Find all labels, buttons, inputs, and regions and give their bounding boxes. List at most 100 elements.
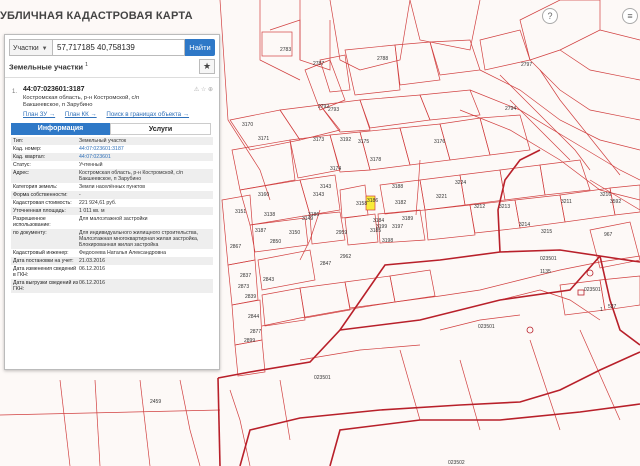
parcel-label: 3211: [561, 199, 572, 205]
link-plan-zu[interactable]: План ЗУ →: [23, 111, 55, 118]
table-row: Уточненная площадь: 1 011 кв. м: [11, 207, 213, 215]
row-value: 1 011 кв. м: [79, 208, 105, 214]
parcel-label: 3192: [340, 137, 352, 143]
parcel-label: 2459: [150, 399, 162, 405]
parcel-label: 3221: [436, 194, 448, 200]
parcel-label: 3186: [308, 212, 320, 218]
parcel-label: 3592: [610, 199, 622, 205]
search-bar: Участки▼ Найти: [9, 39, 215, 56]
parcel-label: 3158: [356, 201, 368, 207]
row-value: Для малоэтажной застройки: [79, 216, 148, 222]
chevron-down-icon: ▼: [41, 46, 48, 52]
parcel-label: 3224: [455, 180, 467, 186]
parcel-label: 2787: [313, 61, 325, 67]
row-label: Адрес:: [13, 170, 30, 176]
table-row: Тип: Земельный участок: [11, 137, 213, 145]
parcel-label: 3212: [474, 204, 486, 210]
attributes-table: Тип: Земельный участок Кад. номер: 44:07:02…: [11, 137, 213, 293]
row-value: Костромская область, р-н Костромской, с/…: [79, 170, 183, 182]
parcel-label: 3187: [255, 228, 267, 234]
parcel-label: 023501: [314, 375, 331, 381]
bookmark-star-icon[interactable]: ★: [199, 59, 215, 74]
parcel-label: 3143: [313, 192, 325, 198]
parcel-label: 3214: [519, 222, 531, 228]
row-value[interactable]: 44:07:023601: [79, 154, 213, 160]
link-search-in-bounds[interactable]: Поиск в границах объекта →: [106, 111, 189, 118]
parcel-label: 2877: [250, 329, 262, 335]
parcel-label: 3160: [258, 192, 270, 198]
row-label: Дата изменения сведений в ГКН:: [13, 266, 77, 278]
parcel-label: 3182: [395, 200, 407, 206]
table-row: Кадастровая стоимость: 221 924,61 руб.: [11, 199, 213, 207]
table-row: Кадастровый инженер: Федосеева Наталья Ал…: [11, 249, 213, 257]
menu-icon[interactable]: ≡: [622, 8, 638, 24]
parcel-label: 3150: [289, 230, 301, 236]
row-value[interactable]: 44:07:023601:3187: [79, 146, 213, 152]
parcel-label: 023501: [584, 287, 601, 293]
parcel-label: 3213: [499, 204, 511, 210]
link-plan-kk[interactable]: План КК →: [65, 111, 97, 118]
table-row: по документу: Для индивидуального жилищно…: [11, 229, 213, 249]
parcel-label: 3188: [392, 184, 404, 190]
result-number: 1.: [12, 89, 18, 95]
row-label: Дата выгрузки сведений из ГКН:: [13, 280, 79, 292]
parcel-label: 3151: [235, 209, 247, 215]
row-label: Кадастровая стоимость:: [13, 200, 72, 206]
row-label: по документу:: [13, 230, 47, 236]
parcel-label: 967: [604, 232, 613, 238]
divider: [5, 77, 219, 78]
parcel-label: 3174: [330, 166, 342, 172]
parcel-label: 3143: [320, 184, 332, 190]
row-value: Земельный участок: [79, 138, 127, 144]
row-label: Категория земель:: [13, 184, 58, 190]
parcel-label: 2788: [377, 56, 389, 62]
parcel-label: 3189: [402, 216, 414, 222]
parcel-label: 2850: [270, 239, 282, 245]
tab-services[interactable]: Услуги: [110, 123, 211, 135]
section-title: Земельные участки 1: [9, 62, 88, 72]
parcel-label: 2873: [238, 284, 250, 290]
row-label: Уточненная площадь:: [13, 208, 66, 214]
parcel-label: 2843: [263, 277, 275, 283]
parcel-label: 2783: [280, 47, 292, 53]
section-count: 1: [85, 62, 88, 68]
search-button[interactable]: Найти: [185, 39, 215, 56]
search-type-select[interactable]: Участки ▼: [9, 39, 53, 56]
app-title: УБЛИЧНАЯ КАДАСТРОВАЯ КАРТА: [0, 10, 193, 22]
parcel-label: 023501: [478, 324, 495, 330]
table-row: Адрес: Костромская область, р-н Костромск…: [11, 169, 213, 183]
row-value: 06.12.2016: [79, 280, 105, 286]
row-label: Разрешенное использование:: [13, 216, 51, 228]
result-tools-icons[interactable]: ⚠ ☆ ⊕: [194, 86, 213, 93]
parcel-label: 3215: [541, 229, 553, 235]
row-label: Кад. номер:: [13, 146, 42, 152]
tabs: Информация Услуги: [11, 123, 211, 135]
parcel-label: 3170: [242, 122, 254, 128]
table-row: Кад. номер: 44:07:023601:3187: [11, 145, 213, 153]
help-icon[interactable]: ?: [542, 8, 558, 24]
parcel-label: 2847: [320, 261, 332, 267]
parcel-label: 3175: [358, 139, 370, 145]
table-row: Статус: Учтенный: [11, 161, 213, 169]
row-value: 221 924,61 руб.: [79, 200, 117, 206]
parcel-label: 3199: [376, 224, 388, 230]
table-row: Дата выгрузки сведений из ГКН: 06.12.2016: [11, 279, 213, 293]
result-title[interactable]: 44:07:023601:3187: [23, 86, 85, 93]
result-links: План ЗУ → План КК → Поиск в границах объ…: [23, 111, 197, 118]
row-label: Кадастровый инженер:: [13, 250, 69, 256]
parcel-label: 3186: [367, 198, 379, 204]
table-row: Форма собственности: -: [11, 191, 213, 199]
parcel-label: 3138: [264, 212, 276, 218]
table-row: Кад. квартал: 44:07:023601: [11, 153, 213, 161]
tab-info[interactable]: Информация: [11, 123, 110, 135]
table-row: Категория земель: Земли населённых пункто…: [11, 183, 213, 191]
parcel-label: 023501: [540, 256, 557, 262]
parcel-label: 3198: [382, 238, 394, 244]
parcel-label: 2793: [328, 107, 340, 113]
parcel-label: 3178: [370, 157, 382, 163]
row-label: Дата постановки на учет:: [13, 258, 74, 264]
search-input[interactable]: [53, 39, 185, 56]
search-type-label: Участки: [13, 45, 39, 52]
parcel-label: 1: [600, 307, 603, 313]
info-panel: Участки▼ Найти Земельные участки 1 ★ 1. …: [4, 34, 220, 370]
